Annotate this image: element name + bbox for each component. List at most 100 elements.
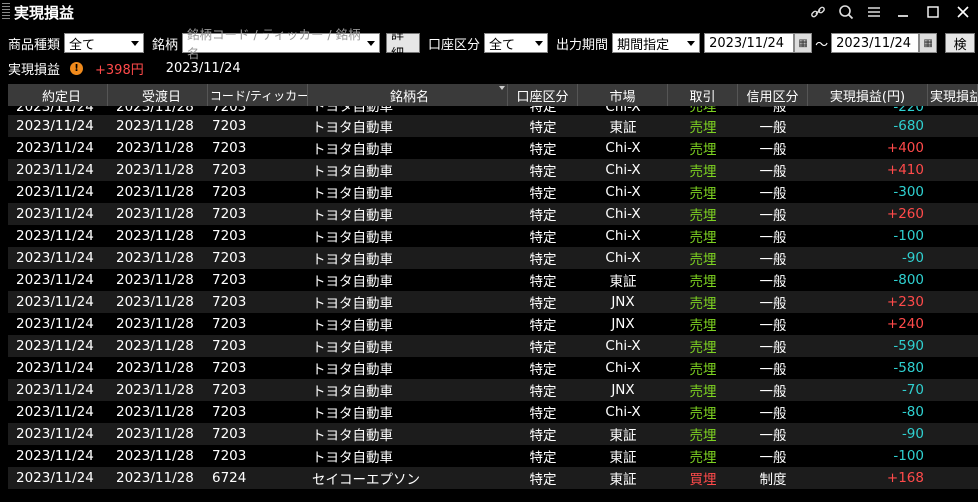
table-row[interactable]: 2023/11/24 2023/11/28 7203 トヨタ自動車 特定 Chi-X 売埋 一… (8, 247, 978, 269)
realized-pl-cell: -80 (901, 404, 924, 420)
market-cell: 東証 (609, 428, 637, 444)
settle-date-cell: 2023/11/28 (116, 140, 194, 156)
column-header[interactable]: 取引 (668, 84, 738, 106)
summary-value: +398円 (95, 62, 144, 78)
settle-date-cell: 2023/11/28 (116, 316, 194, 332)
filter-bar: 商品種類 全て 銘柄 銘柄コード / ティッカー / 銘柄名 詳細 口座区分 全… (0, 27, 978, 62)
table-row[interactable]: 2023/11/24 2023/11/28 7203 トヨタ自動車 特定 Chi-X 売埋 一… (8, 106, 978, 115)
realized-pl-cell: -90 (901, 250, 924, 266)
settle-date-cell: 2023/11/28 (116, 250, 194, 266)
date-from-input[interactable]: 2023/11/24 (704, 33, 795, 53)
account-type-cell: 特定 (529, 318, 557, 334)
chevron-down-icon (367, 40, 376, 46)
settle-date-cell: 2023/11/28 (116, 206, 194, 222)
column-header[interactable]: 受渡日 (108, 84, 208, 106)
margin-type-cell: 一般 (759, 106, 787, 115)
market-cell: Chi-X (605, 250, 641, 266)
settle-date-cell: 2023/11/28 (116, 360, 194, 376)
close-icon[interactable] (948, 3, 978, 21)
account-type-cell: 特定 (529, 164, 557, 180)
margin-type-cell: 一般 (759, 120, 787, 136)
margin-type-cell: 制度 (759, 472, 787, 488)
settle-date-cell: 2023/11/28 (116, 228, 194, 244)
table-row[interactable]: 2023/11/24 2023/11/28 7203 トヨタ自動車 特定 東証 売埋 一般 -8… (8, 269, 978, 291)
table-row[interactable]: 2023/11/24 2023/11/28 7203 トヨタ自動車 特定 東証 売埋 一般 -6… (8, 115, 978, 137)
brand-name-cell: トヨタ自動車 (312, 274, 393, 290)
column-header-label: 銘柄名 (389, 89, 429, 105)
table-row[interactable]: 2023/11/24 2023/11/28 7203 トヨタ自動車 特定 Chi-X 売埋 一… (8, 401, 978, 423)
table-row[interactable]: 2023/11/24 2023/11/28 7203 トヨタ自動車 特定 Chi-X 売埋 一… (8, 357, 978, 379)
search-icon[interactable] (832, 1, 860, 23)
settle-date-cell: 2023/11/28 (116, 470, 194, 486)
table-row[interactable]: 2023/11/24 2023/11/28 7203 トヨタ自動車 特定 東証 売埋 一般 -9… (8, 423, 978, 445)
trade-type-cell: 売埋 (689, 296, 717, 312)
trade-type-cell: 売埋 (689, 230, 717, 246)
detail-button[interactable]: 詳細 (386, 28, 421, 62)
trade-date-cell: 2023/11/24 (16, 106, 94, 115)
column-header[interactable]: 実現損益(円) (808, 84, 928, 106)
code-cell: 7203 (212, 272, 247, 288)
minimize-icon[interactable] (888, 3, 918, 21)
margin-type-cell: 一般 (759, 428, 787, 444)
table-row[interactable]: 2023/11/24 2023/11/28 7203 トヨタ自動車 特定 Chi-X 売埋 一… (8, 225, 978, 247)
table-row[interactable]: 2023/11/24 2023/11/28 7203 トヨタ自動車 特定 JNX 売埋 一般 +… (8, 291, 978, 313)
column-header[interactable]: 市場 (578, 84, 668, 106)
date-to-input[interactable]: 2023/11/24 (831, 33, 920, 53)
brand-name-cell: トヨタ自動車 (312, 428, 393, 444)
brand-input[interactable]: 銘柄コード / ティッカー / 銘柄名 (182, 27, 381, 61)
account-select[interactable]: 全て (484, 33, 549, 53)
trade-date-cell: 2023/11/24 (16, 382, 94, 398)
column-header[interactable]: 信用区分 (738, 84, 808, 106)
menu-icon[interactable] (860, 1, 888, 23)
product-type-select[interactable]: 全て (64, 33, 145, 53)
margin-type-cell: 一般 (759, 406, 787, 422)
account-type-cell: 特定 (529, 428, 557, 444)
maximize-icon[interactable] (918, 3, 948, 21)
period-select[interactable]: 期間指定 (612, 33, 701, 53)
table-row[interactable]: 2023/11/24 2023/11/28 7203 トヨタ自動車 特定 JNX 売埋 一般 -… (8, 379, 978, 401)
calendar-icon[interactable]: ▦ (794, 33, 813, 53)
table-row[interactable]: 2023/11/24 2023/11/28 6724 セイコーエプソン 特定 東証 買埋 制度… (8, 467, 978, 489)
calendar-icon[interactable]: ▦ (919, 33, 938, 53)
account-type-cell: 特定 (529, 274, 557, 290)
table-row[interactable]: 2023/11/24 2023/11/28 7203 トヨタ自動車 特定 Chi-X 売埋 一… (8, 203, 978, 225)
account-type-cell: 特定 (529, 186, 557, 202)
brand-name-cell: トヨタ自動車 (312, 296, 393, 312)
margin-type-cell: 一般 (759, 186, 787, 202)
margin-type-cell: 一般 (759, 318, 787, 334)
table-row[interactable]: 2023/11/24 2023/11/28 7203 トヨタ自動車 特定 Chi-X 売埋 一… (8, 335, 978, 357)
column-header[interactable]: 口座区分 (508, 84, 578, 106)
link-icon[interactable] (804, 1, 832, 23)
trade-type-cell: 売埋 (689, 208, 717, 224)
table-row[interactable]: 2023/11/24 2023/11/28 7203 トヨタ自動車 特定 東証 売埋 一般 -1… (8, 445, 978, 467)
table-row[interactable]: 2023/11/24 2023/11/28 7203 トヨタ自動車 特定 Chi-X 売埋 一… (8, 137, 978, 159)
drag-grip[interactable] (2, 3, 10, 21)
account-type-cell: 特定 (529, 450, 557, 466)
column-header[interactable]: コード/ティッカー (208, 84, 308, 106)
trade-type-cell: 売埋 (689, 142, 717, 158)
trade-date-cell: 2023/11/24 (16, 250, 94, 266)
search-button[interactable]: 検 (945, 33, 976, 53)
code-cell: 7203 (212, 338, 247, 354)
chevron-down-icon (687, 40, 696, 46)
trade-type-cell: 売埋 (689, 274, 717, 290)
table-row[interactable]: 2023/11/24 2023/11/28 7203 トヨタ自動車 特定 Chi-X 売埋 一… (8, 159, 978, 181)
title-bar: 実現損益 (0, 0, 978, 24)
account-type-cell: 特定 (529, 362, 557, 378)
warning-icon[interactable]: ! (70, 61, 84, 75)
column-header[interactable]: 実現損益 (928, 84, 978, 106)
market-cell: JNX (611, 382, 635, 398)
trade-type-cell: 売埋 (689, 252, 717, 268)
market-cell: Chi-X (605, 106, 641, 115)
code-cell: 7203 (212, 448, 247, 464)
margin-type-cell: 一般 (759, 164, 787, 180)
brand-name-cell: セイコーエプソン (312, 472, 420, 488)
table-row[interactable]: 2023/11/24 2023/11/28 7203 トヨタ自動車 特定 Chi-X 売埋 一… (8, 181, 978, 203)
column-header[interactable]: 銘柄名 (308, 84, 508, 106)
margin-type-cell: 一般 (759, 230, 787, 246)
settle-date-cell: 2023/11/28 (116, 382, 194, 398)
table-row[interactable]: 2023/11/24 2023/11/28 7203 トヨタ自動車 特定 JNX 売埋 一般 +… (8, 313, 978, 335)
column-header[interactable]: 約定日 (8, 84, 108, 106)
realized-pl-cell: -580 (893, 360, 924, 376)
trade-type-cell: 売埋 (689, 428, 717, 444)
